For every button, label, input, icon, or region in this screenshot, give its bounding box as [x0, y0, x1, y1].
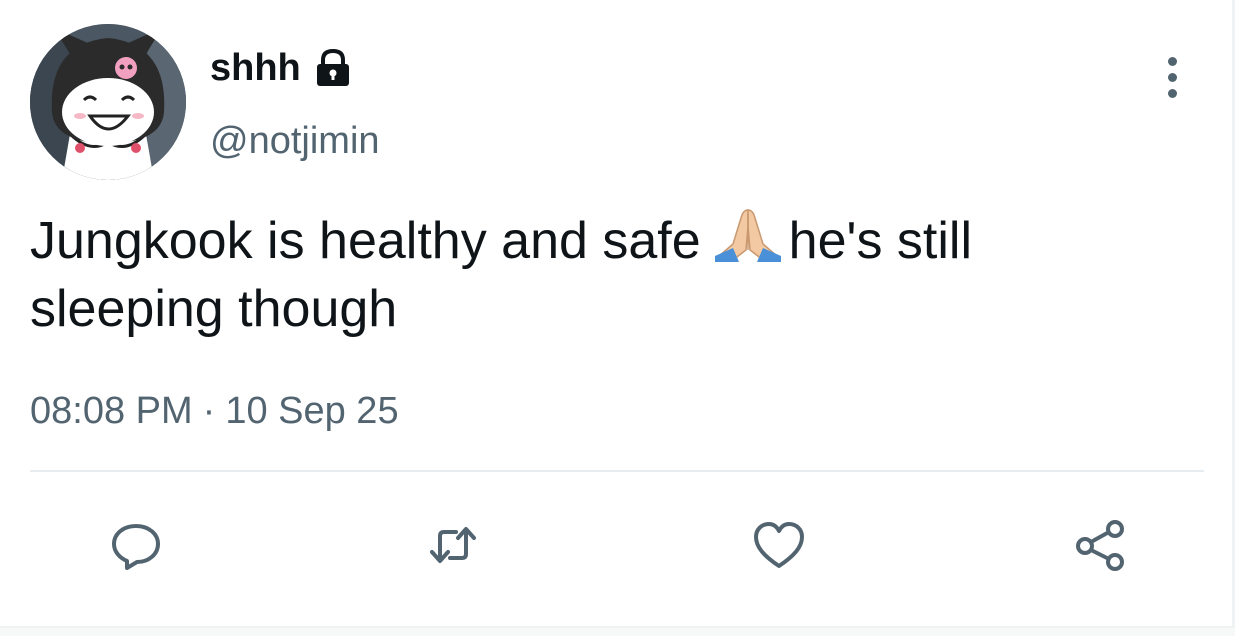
retweet-button[interactable] — [413, 505, 493, 585]
more-dot-icon — [1167, 56, 1177, 66]
display-name[interactable]: shhh — [210, 45, 355, 91]
tweet-text-part-1: Jungkook is healthy and safe — [30, 212, 701, 270]
reply-icon — [112, 524, 160, 570]
tweet-text: Jungkook is healthy and safe he's still … — [30, 206, 1180, 343]
retweet-icon — [430, 527, 476, 563]
divider — [30, 470, 1204, 472]
heart-icon — [754, 522, 804, 568]
avatar[interactable] — [30, 24, 186, 180]
display-name-text: shhh — [210, 47, 301, 89]
folded-hands-emoji-icon — [714, 209, 781, 262]
kuromi-avatar-icon — [30, 24, 186, 180]
share-icon — [1076, 520, 1124, 571]
tweet-date: 10 Sep 25 — [225, 390, 399, 432]
lock-icon — [316, 48, 349, 86]
like-button[interactable] — [739, 505, 819, 585]
more-options-button[interactable] — [1150, 52, 1194, 102]
action-bar — [0, 505, 1235, 585]
more-dot-icon — [1167, 72, 1177, 82]
reply-button[interactable] — [96, 505, 176, 585]
tweet-timestamp[interactable]: 08:08 PM · 10 Sep 25 — [30, 388, 399, 434]
bottom-edge-border — [0, 626, 1235, 636]
tweet-card: shhh @notjimin Jungkook is healthy and s… — [0, 0, 1235, 626]
share-button[interactable] — [1060, 505, 1140, 585]
more-dot-icon — [1167, 88, 1177, 98]
timestamp-separator: · — [202, 390, 216, 432]
tweet-time: 08:08 PM — [30, 390, 193, 432]
user-handle[interactable]: @notjimin — [210, 118, 380, 164]
